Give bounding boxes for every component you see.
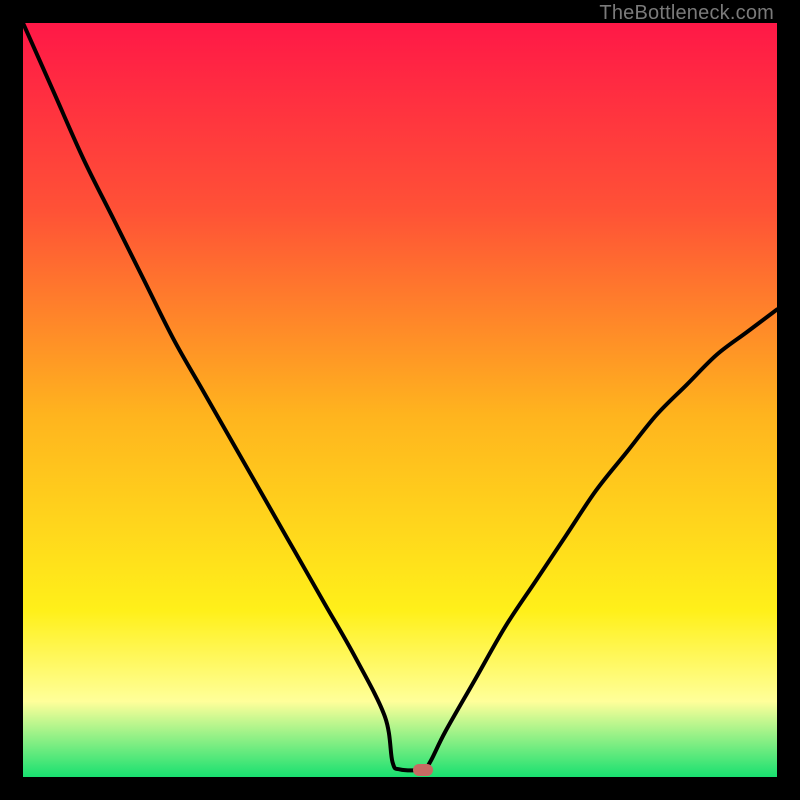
plot-area [23, 23, 777, 777]
chart-frame: TheBottleneck.com [0, 0, 800, 800]
watermark-text: TheBottleneck.com [599, 2, 774, 25]
bottleneck-curve [23, 23, 777, 770]
bottleneck-curve-layer [23, 23, 777, 777]
optimal-point-marker [413, 764, 433, 776]
